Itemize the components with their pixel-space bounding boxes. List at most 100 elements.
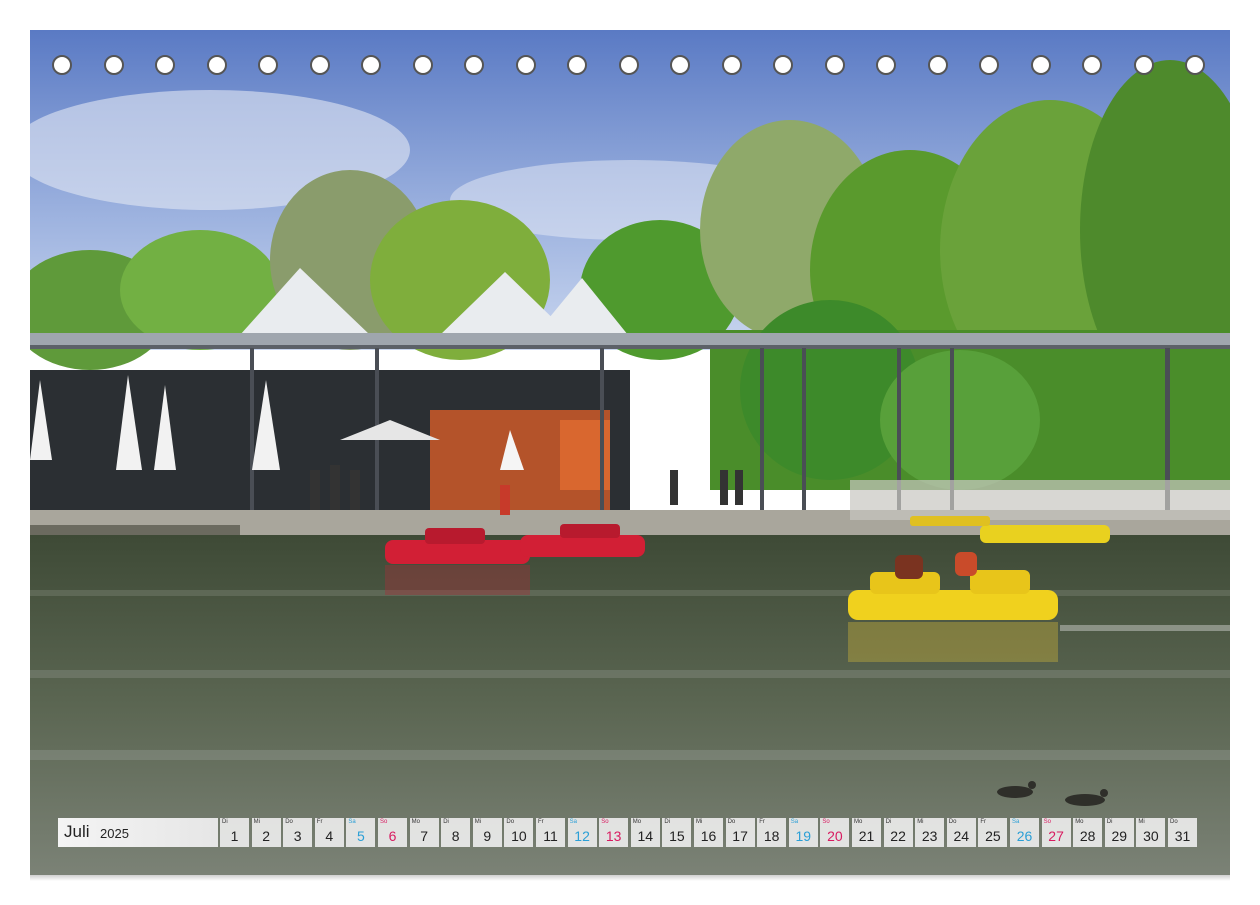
calendar-day: Di 22 — [883, 818, 913, 847]
binding-hole — [824, 55, 845, 75]
calendar-day: Fr 25 — [978, 818, 1008, 847]
day-weekday: Do — [948, 819, 957, 825]
day-number: 22 — [890, 828, 906, 844]
day-number: 12 — [574, 828, 590, 844]
calendar-day: Di 1 — [220, 818, 249, 847]
day-weekday: Mo — [1075, 819, 1084, 825]
day-number: 14 — [637, 828, 654, 844]
day-number: 23 — [921, 828, 938, 844]
day-weekday: Do — [727, 819, 736, 825]
day-number: 8 — [451, 828, 460, 844]
binding-hole — [979, 55, 999, 75]
day-weekday: Mi — [696, 819, 703, 825]
calendar-day: Di 15 — [662, 818, 692, 847]
binding-hole — [567, 55, 587, 75]
day-number: 18 — [763, 828, 780, 844]
calendar-day: Do 10 — [504, 818, 534, 847]
calendar-day: Do 3 — [283, 818, 313, 847]
day-number: 21 — [858, 828, 875, 844]
binding-hole — [721, 55, 742, 75]
month-label: Juli 2025 — [58, 818, 218, 847]
day-weekday: Mo — [854, 819, 863, 825]
day-number: 2 — [262, 828, 270, 844]
day-number: 26 — [1016, 828, 1033, 844]
day-number: 6 — [388, 828, 397, 844]
calendar-photo — [30, 30, 1230, 875]
calendar-day: Mi 30 — [1136, 818, 1166, 847]
photo-scene — [30, 30, 1230, 875]
day-weekday: Di — [222, 819, 228, 825]
day-weekday: So — [380, 819, 388, 825]
calendar-day: Sa 5 — [346, 818, 376, 847]
calendar-strip: Juli 2025 Di 1 Mi 2 Do 3 Fr 4 Sa 5 So 6 Mo 7 Di 8 Mi 9 Do 1… — [58, 818, 1201, 847]
binding-hole — [773, 55, 793, 75]
day-number: 17 — [732, 828, 748, 844]
day-number: 29 — [1111, 828, 1128, 844]
day-number: 7 — [420, 828, 428, 844]
day-number: 19 — [795, 828, 812, 844]
day-weekday: Di — [443, 819, 449, 825]
binding-hole — [515, 55, 536, 75]
day-weekday: Do — [506, 819, 515, 825]
calendar-day: Di 8 — [441, 818, 471, 847]
binding-hole — [412, 55, 433, 75]
day-weekday: Mi — [917, 819, 924, 825]
binding-hole — [206, 55, 227, 75]
day-weekday: Di — [664, 819, 671, 825]
calendar-day: Do 31 — [1168, 818, 1197, 847]
calendar-day: Sa 19 — [788, 818, 818, 847]
calendar-day: Mo 7 — [409, 818, 439, 847]
day-number: 4 — [325, 828, 334, 844]
calendar-day: Mo 21 — [852, 818, 881, 847]
calendar-day: Sa 12 — [567, 818, 597, 847]
calendar-day: Fr 11 — [536, 818, 565, 847]
day-weekday: Sa — [569, 819, 577, 825]
calendar-day: Do 17 — [725, 818, 755, 847]
day-number: 11 — [543, 828, 558, 844]
day-number: 5 — [356, 828, 365, 844]
calendar-day: So 6 — [378, 818, 407, 847]
day-number: 30 — [1143, 828, 1159, 844]
calendar-day: Mo 14 — [630, 818, 660, 847]
day-number: 16 — [700, 828, 717, 844]
photo-shadow — [30, 875, 1230, 881]
binding-hole — [155, 55, 175, 75]
day-number: 1 — [230, 828, 239, 844]
day-weekday: So — [822, 819, 830, 825]
day-number: 9 — [483, 828, 492, 844]
calendar-day: So 27 — [1041, 818, 1071, 847]
day-weekday: Mo — [632, 819, 642, 825]
calendar-day: Mi 23 — [915, 818, 945, 847]
calendar-day: Do 24 — [946, 818, 976, 847]
calendar-day: So 13 — [599, 818, 629, 847]
binding-hole — [258, 55, 278, 75]
day-number: 25 — [985, 828, 1001, 844]
day-number: 28 — [1079, 828, 1096, 844]
binding-hole — [876, 55, 896, 75]
day-number: 31 — [1174, 828, 1191, 844]
day-weekday: Do — [285, 819, 293, 825]
binding-holes — [52, 55, 1212, 79]
day-number: 13 — [605, 828, 622, 844]
day-number: 3 — [293, 828, 302, 844]
day-weekday: Sa — [1012, 819, 1020, 825]
day-number: 15 — [669, 828, 685, 844]
day-number: 20 — [827, 828, 843, 844]
binding-hole — [464, 55, 484, 75]
calendar-day: Sa 26 — [1010, 818, 1039, 847]
binding-hole — [103, 55, 124, 75]
day-weekday: Mi — [1138, 819, 1145, 825]
day-weekday: Mi — [253, 819, 260, 825]
day-weekday: So — [601, 819, 609, 825]
day-number: 27 — [1048, 828, 1064, 844]
day-weekday: Di — [1106, 819, 1113, 825]
day-weekday: Sa — [790, 819, 799, 825]
day-weekday: So — [1043, 819, 1051, 825]
month-name: Juli — [64, 822, 90, 841]
binding-hole — [52, 55, 72, 75]
month-year: 2025 — [100, 826, 129, 841]
binding-hole — [927, 55, 948, 75]
calendar-day: Fr 4 — [314, 818, 344, 847]
binding-hole — [1082, 55, 1102, 75]
calendar-day: Mi 9 — [472, 818, 502, 847]
